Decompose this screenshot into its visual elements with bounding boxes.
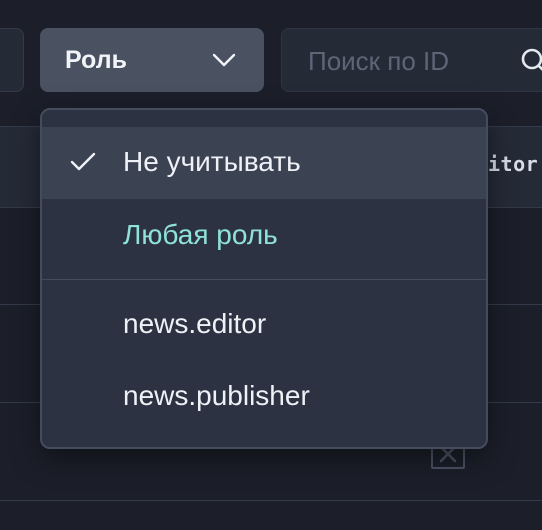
dropdown-item-any-role[interactable]: Любая роль	[42, 200, 486, 272]
dropdown-item-label: news.publisher	[123, 380, 310, 411]
dropdown-item-news-editor[interactable]: news.editor	[42, 289, 486, 361]
search-icon[interactable]	[520, 47, 542, 77]
role-filter-label: Роль	[65, 46, 127, 74]
dropdown-item-label: news.editor	[123, 308, 267, 339]
dropdown-item-label: Любая роль	[123, 219, 278, 250]
dropdown-item-ignore[interactable]: Не учитывать	[42, 127, 486, 199]
role-filter-select[interactable]: Роль	[40, 28, 264, 92]
app-root: itor Роль Не учитывать Любая роль	[0, 0, 542, 530]
previous-filter-control[interactable]	[0, 28, 24, 92]
dropdown-item-label: Не учитывать	[123, 146, 301, 177]
chevron-down-icon	[212, 53, 236, 67]
table-row-divider	[0, 500, 542, 501]
dropdown-item-news-publisher[interactable]: news.publisher	[42, 361, 486, 433]
role-dropdown-menu: Не учитывать Любая роль news.editor news…	[40, 108, 488, 449]
search-input[interactable]	[308, 43, 508, 79]
check-icon	[70, 152, 96, 171]
search-field[interactable]	[281, 28, 542, 92]
dropdown-divider	[42, 279, 486, 280]
table-header-cell: itor	[488, 152, 539, 176]
